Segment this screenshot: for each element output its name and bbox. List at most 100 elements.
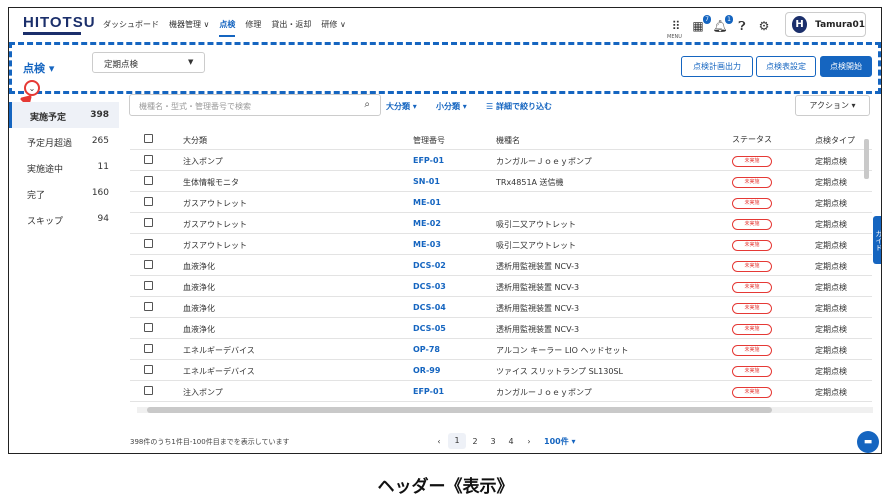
row-checkbox[interactable]: [144, 323, 153, 332]
cell-type: 定期点検: [815, 199, 847, 208]
row-checkbox[interactable]: [144, 386, 153, 395]
horizontal-scrollbar[interactable]: [137, 407, 873, 413]
row-checkbox[interactable]: [144, 260, 153, 269]
sidebar-item-label: 実施予定: [30, 113, 67, 123]
cell-id[interactable]: ME-03: [413, 240, 441, 249]
search-icon[interactable]: ⌕: [364, 99, 370, 110]
sidebar-item-scheduled[interactable]: 実施予定 398: [9, 102, 119, 128]
start-inspection-button[interactable]: 点検開始: [820, 56, 872, 77]
nav-equipment[interactable]: 機器管理 ∨: [169, 19, 209, 37]
table-row[interactable]: 血液浄化 DCS-05 透析用監視装置 NCV-3 未実施 定期点検: [130, 318, 872, 339]
cell-id[interactable]: DCS-05: [413, 324, 446, 333]
grid-menu-icon[interactable]: ⠿ MENU: [667, 19, 684, 40]
cell-category: 血液浄化: [183, 283, 215, 292]
page-3[interactable]: 3: [484, 437, 502, 446]
bell-icon[interactable]: 🔔︎ 1: [712, 15, 733, 33]
row-checkbox[interactable]: [144, 197, 153, 206]
table-row[interactable]: 血液浄化 DCS-04 透析用監視装置 NCV-3 未実施 定期点検: [130, 297, 872, 318]
cell-id[interactable]: EFP-01: [413, 156, 444, 165]
cell-id[interactable]: DCS-03: [413, 282, 446, 291]
table-row[interactable]: エネルギーデバイス OR-99 ツァイス スリットランプ SL130SL 未実施 定期点…: [130, 360, 872, 381]
cell-type: 定期点検: [815, 325, 847, 334]
select-value: 定期点検: [104, 60, 139, 70]
cell-id[interactable]: SN-01: [413, 177, 440, 186]
sidebar-item-in-progress[interactable]: 実施途中 11: [9, 154, 119, 180]
page-4[interactable]: 4: [502, 437, 520, 446]
row-checkbox[interactable]: [144, 302, 153, 311]
top-bar: HITOTSU ダッシュボード 機器管理 ∨ 点検 修理 貸出・返却 研修 ∨ …: [9, 8, 881, 42]
cell-type: 定期点検: [815, 220, 847, 229]
large-category-filter[interactable]: 大分類 ▾: [386, 101, 417, 112]
user-menu-button[interactable]: H Tamura01: [785, 12, 866, 37]
col-header-type[interactable]: 点検タイプ: [815, 135, 855, 146]
cell-id[interactable]: DCS-04: [413, 303, 446, 312]
row-checkbox[interactable]: [144, 281, 153, 290]
table-header: 大分類 管理番号 機種名 ステータス 点検タイプ: [130, 129, 872, 150]
col-header-model[interactable]: 機種名: [496, 135, 520, 146]
table-row[interactable]: 血液浄化 DCS-03 透析用監視装置 NCV-3 未実施 定期点検: [130, 276, 872, 297]
cell-id[interactable]: DCS-02: [413, 261, 446, 270]
result-summary: 398件のうち1件目-100件目までを表示しています: [130, 438, 290, 446]
col-header-status[interactable]: ステータス: [732, 134, 772, 145]
select-all-checkbox[interactable]: [144, 134, 153, 143]
cell-id[interactable]: OR-99: [413, 366, 440, 375]
table-row[interactable]: エネルギーデバイス OP-78 アルコン キーラー LIO ヘッドセット 未実施 定期点…: [130, 339, 872, 360]
small-category-filter[interactable]: 小分類 ▾: [436, 101, 467, 112]
nav-lending[interactable]: 貸出・返却: [271, 19, 311, 37]
col-header-category[interactable]: 大分類: [183, 135, 207, 146]
cell-model: 透析用監視装置 NCV-3: [496, 325, 580, 334]
sidebar-item-count: 265: [91, 136, 109, 146]
row-checkbox[interactable]: [144, 239, 153, 248]
per-page-select[interactable]: 100件 ▾: [544, 436, 576, 447]
cell-type: 定期点検: [815, 241, 847, 250]
nav-repair[interactable]: 修理: [245, 19, 261, 37]
inspection-type-select[interactable]: 定期点検 ▼: [92, 52, 205, 73]
caption: ヘッダー《表示》: [377, 477, 514, 497]
guide-tab[interactable]: ガイド: [873, 216, 881, 264]
table-row[interactable]: 血液浄化 DCS-02 透析用監視装置 NCV-3 未実施 定期点検: [130, 255, 872, 276]
row-checkbox[interactable]: [144, 176, 153, 185]
plan-output-button[interactable]: 点検計画出力: [681, 56, 753, 77]
vertical-scrollbar[interactable]: [864, 139, 869, 179]
search-input[interactable]: 機種名・型式・管理番号で検索 ⌕: [129, 94, 381, 116]
page-1[interactable]: 1: [448, 433, 466, 449]
cell-status: 未実施: [732, 344, 772, 356]
row-checkbox[interactable]: [144, 218, 153, 227]
chat-icon[interactable]: ▬: [857, 431, 879, 453]
help-icon[interactable]: ❓︎: [734, 19, 750, 34]
cell-id[interactable]: EFP-01: [413, 387, 444, 396]
cell-category: 血液浄化: [183, 304, 215, 313]
col-header-id[interactable]: 管理番号: [413, 135, 445, 146]
row-checkbox[interactable]: [144, 365, 153, 374]
table-row[interactable]: 生体情報モニタ SN-01 TRx4851A 送信機 未実施 定期点検: [130, 171, 872, 192]
table-row[interactable]: 注入ポンプ EFP-01 カンガルーＪｏｅｙポンプ 未実施 定期点検: [130, 150, 872, 171]
cell-id[interactable]: ME-01: [413, 198, 441, 207]
prev-page-button[interactable]: ‹: [430, 437, 448, 446]
cell-status: 未実施: [732, 365, 772, 377]
calendar-icon[interactable]: ▦ 7: [690, 15, 711, 33]
table-row[interactable]: ガスアウトレット ME-03 吸引二又アウトレット 未実施 定期点検: [130, 234, 872, 255]
row-checkbox[interactable]: [144, 344, 153, 353]
nav-training[interactable]: 研修 ∨: [321, 19, 345, 37]
table-row[interactable]: ガスアウトレット ME-02 吸引二又アウトレット 未実施 定期点検: [130, 213, 872, 234]
sidebar-item-overdue[interactable]: 予定月超過 265: [9, 128, 119, 154]
page-2[interactable]: 2: [466, 437, 484, 446]
gear-icon[interactable]: ⚙: [756, 19, 772, 33]
status-badge: 未実施: [732, 324, 772, 335]
table-row[interactable]: ガスアウトレット ME-01 未実施 定期点検: [130, 192, 872, 213]
page-title[interactable]: 点検 ▾: [23, 60, 54, 76]
next-page-button[interactable]: ›: [520, 437, 538, 446]
cell-id[interactable]: ME-02: [413, 219, 441, 228]
nav-dashboard[interactable]: ダッシュボード: [103, 19, 159, 37]
inspection-settings-button[interactable]: 点検表設定: [756, 56, 816, 77]
row-checkbox[interactable]: [144, 155, 153, 164]
scroll-thumb[interactable]: [147, 407, 772, 413]
table-row[interactable]: 注入ポンプ EFP-01 カンガルーＪｏｅｙポンプ 未実施 定期点検: [130, 381, 872, 402]
sidebar-item-completed[interactable]: 完了 160: [9, 180, 119, 206]
cell-status: 未実施: [732, 386, 772, 398]
action-menu-button[interactable]: アクション ▾: [795, 95, 870, 116]
cell-id[interactable]: OP-78: [413, 345, 440, 354]
nav-inspection[interactable]: 点検: [219, 19, 236, 37]
detail-filter-button[interactable]: ☰ 詳細で絞り込む: [486, 101, 552, 112]
sidebar-item-skipped[interactable]: スキップ 94: [9, 206, 119, 232]
